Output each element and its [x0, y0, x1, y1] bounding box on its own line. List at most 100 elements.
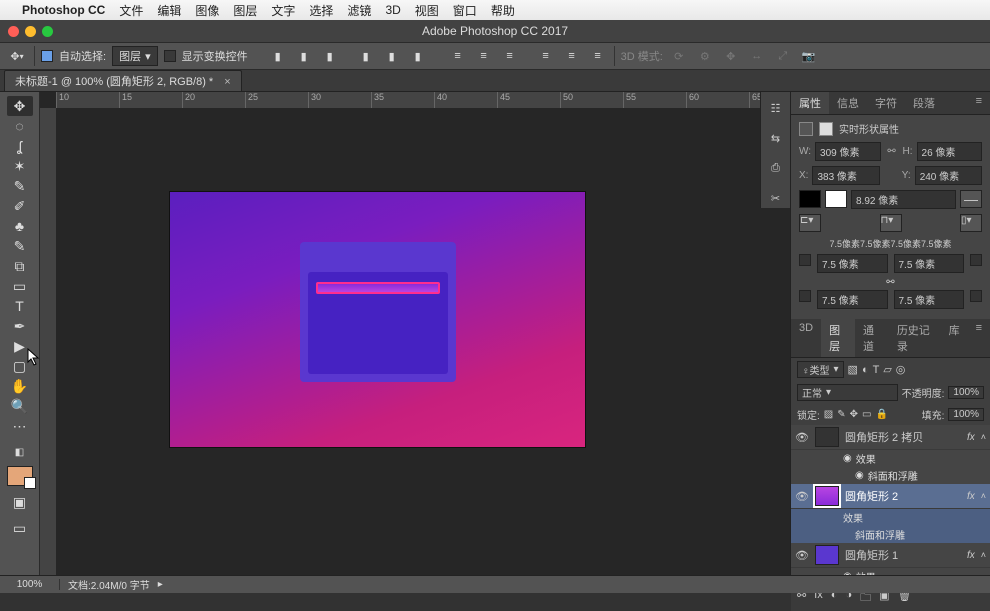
height-field[interactable]: 26 像素 [917, 142, 982, 161]
corner-br-field[interactable]: 7.5 像素 [894, 290, 965, 309]
layer-effects-row[interactable]: 效果 [791, 509, 990, 526]
align-vcenter-icon[interactable]: ▮ [294, 49, 314, 63]
fx-badge[interactable]: fx [967, 491, 975, 502]
stroke-width-field[interactable]: 8.92 像素 [851, 190, 956, 209]
tab-channels[interactable]: 通道 [855, 319, 889, 357]
show-transform-checkbox[interactable] [164, 50, 176, 62]
layer-row[interactable]: 👁 圆角矩形 1 fx ˄ [791, 543, 990, 568]
blend-mode-dropdown[interactable]: 正常 ▾ [797, 384, 898, 401]
tab-properties[interactable]: 属性 [791, 92, 829, 114]
dist-right-icon[interactable]: ≡ [588, 49, 608, 63]
filter-pixel-icon[interactable]: ▧ [848, 363, 858, 376]
corner-tr-check[interactable] [970, 254, 982, 266]
eyedropper-tool[interactable]: ✐ [7, 196, 33, 216]
tab-info[interactable]: 信息 [829, 92, 867, 114]
stroke-swatch[interactable] [825, 190, 847, 208]
y-field[interactable]: 240 像素 [915, 166, 982, 185]
layer-row[interactable]: 👁 圆角矩形 2 拷贝 fx ˄ [791, 425, 990, 450]
visibility-icon[interactable]: 👁 [795, 549, 809, 562]
auto-select-checkbox[interactable] [41, 50, 53, 62]
link-wh-icon[interactable]: ⚯ [885, 146, 899, 157]
lock-trans-icon[interactable]: ▨ [824, 409, 833, 420]
tab-layers[interactable]: 图层 [821, 319, 855, 357]
rounded-rect-outer[interactable] [300, 242, 456, 382]
fx-badge[interactable]: fx [967, 550, 975, 561]
lock-artboard-icon[interactable]: ▭ [862, 409, 871, 420]
corner-br-check[interactable] [970, 290, 982, 302]
chevron-icon[interactable]: ˄ [981, 432, 986, 442]
filter-kind-dropdown[interactable]: ♀类型 ▾ [797, 361, 844, 378]
brush-tool[interactable]: ✎ [7, 236, 33, 256]
corner-tr-field[interactable]: 7.5 像素 [894, 254, 965, 273]
panel-menu-icon[interactable]: ≡ [968, 319, 990, 357]
align-top-edges-icon[interactable]: ▮ [268, 49, 288, 63]
menu-image[interactable]: 图像 [195, 2, 219, 19]
lasso-tool[interactable]: ʆ [7, 136, 33, 156]
selected-rounded-rect[interactable] [316, 282, 440, 294]
close-icon[interactable]: × [224, 76, 230, 88]
brush-panel-icon[interactable]: ⎙ [766, 158, 786, 178]
filter-smart-icon[interactable]: ◎ [896, 363, 906, 376]
marquee-tool[interactable]: ◌ [7, 116, 33, 136]
filter-adjust-icon[interactable]: ◐ [862, 364, 869, 376]
opacity-field[interactable]: 100% [948, 386, 984, 399]
crop-tool[interactable]: ✎ [7, 176, 33, 196]
canvas-area[interactable]: 101520253035404550556065 [40, 92, 790, 575]
align-bottom-icon[interactable]: ▮ [320, 49, 340, 63]
layer-row[interactable]: 👁 圆角矩形 2 fx ˄ [791, 484, 990, 509]
layer-effect-bevel[interactable]: 斜面和浮雕 [791, 526, 990, 543]
quick-mask-tool[interactable]: ▣ [7, 492, 33, 512]
align-right-icon[interactable]: ▮ [408, 49, 428, 63]
lock-pixel-icon[interactable]: ✎ [837, 409, 845, 420]
panel-menu-icon[interactable]: ≡ [968, 92, 990, 114]
align-dropdown[interactable]: ▯▾ [960, 214, 982, 232]
foreground-swatch[interactable] [7, 466, 33, 486]
menu-type[interactable]: 文字 [271, 2, 295, 19]
fill-swatch[interactable] [799, 190, 821, 208]
menu-file[interactable]: 文件 [119, 2, 143, 19]
fg-bg-default-icon[interactable]: ◧ [7, 442, 33, 462]
menu-edit[interactable]: 编辑 [157, 2, 181, 19]
tab-3d[interactable]: 3D [791, 319, 821, 357]
align-hcenter-icon[interactable]: ▮ [382, 49, 402, 63]
menu-window[interactable]: 窗口 [453, 2, 477, 19]
chevron-icon[interactable]: ˄ [981, 550, 986, 560]
tab-history[interactable]: 历史记录 [889, 319, 941, 357]
corner-bl-check[interactable] [799, 290, 811, 302]
app-name[interactable]: Photoshop CC [22, 3, 105, 17]
dist-left-icon[interactable]: ≡ [536, 49, 556, 63]
link-corners-icon[interactable]: ⚯ [799, 277, 982, 288]
corner-tl-field[interactable]: 7.5 像素 [817, 254, 888, 273]
menu-select[interactable]: 选择 [309, 2, 333, 19]
doc-info[interactable]: 文档:2.04M/0 字节 [60, 577, 158, 592]
magic-wand-tool[interactable]: ✶ [7, 156, 33, 176]
layer-name[interactable]: 圆角矩形 1 [845, 547, 898, 563]
align-left-icon[interactable]: ▮ [356, 49, 376, 63]
chevron-right-icon[interactable]: ▸ [158, 579, 163, 590]
lock-pos-icon[interactable]: ✥ [850, 409, 858, 420]
maximize-button[interactable] [42, 26, 53, 37]
chevron-icon[interactable]: ˄ [981, 491, 986, 501]
layer-thumb[interactable] [815, 545, 839, 565]
type-tool[interactable]: T [7, 296, 33, 316]
menu-3d[interactable]: 3D [385, 3, 400, 17]
menu-view[interactable]: 视图 [415, 2, 439, 19]
move-tool[interactable]: ✥ [7, 96, 33, 116]
menu-filter[interactable]: 滤镜 [347, 2, 371, 19]
healing-tool[interactable]: ♣ [7, 216, 33, 236]
width-field[interactable]: 309 像素 [815, 142, 880, 161]
edit-toolbar[interactable]: ⋯ [7, 416, 33, 436]
visibility-icon[interactable]: 👁 [795, 431, 809, 444]
layer-name[interactable]: 圆角矩形 2 [845, 488, 898, 504]
dist-top-icon[interactable]: ≡ [448, 49, 468, 63]
menu-layer[interactable]: 图层 [233, 2, 257, 19]
history-panel-icon[interactable]: ☷ [766, 98, 786, 118]
zoom-value[interactable]: 100% [0, 579, 60, 590]
auto-select-dropdown[interactable]: 图层▾ [112, 46, 158, 66]
adjust-panel-icon[interactable]: ⇆ [766, 128, 786, 148]
layer-thumb[interactable] [815, 486, 839, 506]
dist-bottom-icon[interactable]: ≡ [500, 49, 520, 63]
fx-badge[interactable]: fx [967, 432, 975, 443]
minimize-button[interactable] [25, 26, 36, 37]
x-field[interactable]: 383 像素 [812, 166, 879, 185]
